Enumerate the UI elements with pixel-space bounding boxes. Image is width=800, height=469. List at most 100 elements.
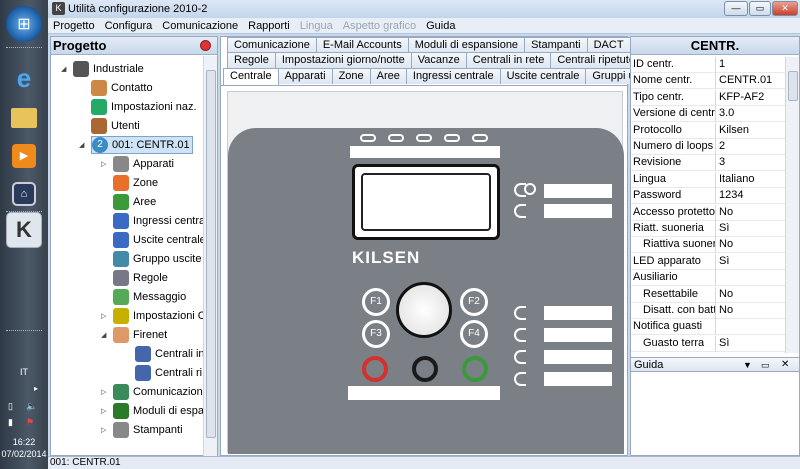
tree-item[interactable]: Regole bbox=[113, 269, 168, 287]
tree-item[interactable]: Centrali in bbox=[135, 345, 203, 363]
f4-key[interactable]: F4 bbox=[460, 320, 488, 348]
property-row[interactable]: Resettabile No bbox=[631, 286, 786, 303]
tree-expander-icon[interactable]: ▷ bbox=[101, 312, 106, 320]
property-row[interactable]: Revisione 3 bbox=[631, 155, 786, 172]
tab-zone[interactable]: Zone bbox=[331, 68, 371, 84]
app-icon[interactable]: K bbox=[52, 2, 65, 15]
menu-configura[interactable]: Configura bbox=[100, 20, 158, 32]
guide-pin-button[interactable]: ▭ bbox=[761, 358, 770, 372]
taskbar-ie-button[interactable]: e bbox=[6, 60, 42, 96]
tree-scrollbar-thumb[interactable] bbox=[206, 70, 216, 438]
tree-expander-icon[interactable]: ▷ bbox=[101, 160, 106, 168]
tab-centrali-in-rete[interactable]: Centrali in rete bbox=[465, 52, 552, 68]
taskbar-media-button[interactable]: ▶ bbox=[6, 138, 42, 174]
black-button[interactable] bbox=[412, 356, 438, 382]
tree-item[interactable]: Stampanti bbox=[113, 421, 183, 439]
tab-apparati[interactable]: Apparati bbox=[277, 68, 333, 84]
property-row[interactable]: Lingua Italiano bbox=[631, 171, 786, 188]
tab-centrali-ripetute[interactable]: Centrali ripetute bbox=[550, 52, 642, 68]
green-button[interactable] bbox=[462, 356, 488, 382]
tab-e-mail-accounts[interactable]: E-Mail Accounts bbox=[315, 37, 409, 53]
tree-item[interactable]: 2 001: CENTR.01 bbox=[91, 136, 193, 154]
restore-button[interactable]: ▭ bbox=[749, 1, 771, 16]
tree-scrollbar[interactable] bbox=[203, 56, 217, 456]
property-value[interactable]: 1 bbox=[719, 58, 725, 70]
tree-item[interactable]: Utenti bbox=[91, 117, 140, 135]
property-row[interactable]: ID centr. 1 bbox=[631, 57, 786, 73]
tree-item[interactable]: Industriale bbox=[73, 60, 144, 78]
tab-aree[interactable]: Aree bbox=[369, 68, 407, 84]
property-value[interactable]: KFP-AF2 bbox=[719, 91, 764, 103]
f2-key[interactable]: F2 bbox=[460, 288, 488, 316]
tree-item[interactable]: Firenet bbox=[113, 326, 167, 344]
tree-expander-icon[interactable]: ▷ bbox=[101, 388, 106, 396]
tree-item[interactable]: Aree bbox=[113, 193, 156, 211]
tab-dact[interactable]: DACT bbox=[586, 37, 631, 53]
tab-moduli-di-espansione[interactable]: Moduli di espansione bbox=[407, 37, 526, 53]
tree-item[interactable]: Comunicazion bbox=[113, 383, 203, 401]
property-row[interactable]: LED apparato Sì bbox=[631, 253, 786, 270]
tab-centrale[interactable]: Centrale bbox=[223, 68, 279, 85]
language-indicator[interactable]: IT bbox=[0, 367, 48, 377]
property-value[interactable]: No bbox=[719, 238, 733, 250]
tree-expander-icon[interactable]: ▷ bbox=[101, 426, 106, 434]
tree-item[interactable]: Zone bbox=[113, 174, 158, 192]
tree-item[interactable]: Impostazioni naz. bbox=[91, 98, 197, 116]
guide-close-button[interactable]: ✕ bbox=[781, 358, 789, 372]
property-value[interactable]: No bbox=[719, 288, 733, 300]
volume-icon[interactable]: 🔈 bbox=[26, 401, 37, 412]
menu-guida[interactable]: Guida bbox=[421, 20, 460, 32]
property-value[interactable]: CENTR.01 bbox=[719, 74, 772, 86]
f3-key[interactable]: F3 bbox=[362, 320, 390, 348]
tab-uscite-centrale[interactable]: Uscite centrale bbox=[499, 68, 587, 84]
guide-menu-button[interactable]: ▼ bbox=[743, 358, 752, 372]
property-row[interactable]: Accesso protetto No bbox=[631, 204, 786, 221]
tree-expander-icon[interactable]: ▷ bbox=[101, 407, 106, 415]
property-value[interactable]: No bbox=[719, 206, 733, 218]
tree-item[interactable]: Uscite centrale bbox=[113, 231, 203, 249]
start-button[interactable]: ⊞ bbox=[6, 6, 42, 42]
close-button[interactable]: ✕ bbox=[772, 1, 798, 16]
property-value[interactable]: Sì bbox=[719, 337, 729, 349]
tree-expander-icon[interactable]: ◢ bbox=[79, 141, 84, 149]
property-value[interactable]: No bbox=[719, 304, 733, 316]
property-row[interactable]: Riattiva suoneri No bbox=[631, 237, 786, 254]
tree-item[interactable]: Moduli di espa bbox=[113, 402, 203, 420]
rotary-knob[interactable] bbox=[396, 282, 452, 338]
property-value[interactable]: 3.0 bbox=[719, 107, 734, 119]
tree-expander-icon[interactable]: ◢ bbox=[101, 331, 106, 339]
menu-rapporti[interactable]: Rapporti bbox=[243, 20, 295, 32]
property-row[interactable]: Versione di centra 3.0 bbox=[631, 106, 786, 123]
property-value[interactable]: 2 bbox=[719, 140, 725, 152]
clock-date[interactable]: 07/02/2014 bbox=[0, 449, 48, 459]
taskbar-explorer-button[interactable] bbox=[6, 100, 42, 136]
tab-vacanze[interactable]: Vacanze bbox=[410, 52, 467, 68]
property-value[interactable]: 3 bbox=[719, 156, 725, 168]
status-led[interactable] bbox=[388, 134, 404, 142]
tray-expand-icon[interactable]: ▸ bbox=[34, 384, 38, 393]
tab-regole[interactable]: Regole bbox=[227, 52, 276, 68]
tree-item[interactable]: Impostazioni C bbox=[113, 307, 203, 325]
taskbar-media-center-button[interactable]: ⌂ bbox=[6, 176, 42, 212]
tree-item[interactable]: Contatto bbox=[91, 79, 153, 97]
property-row[interactable]: Guasto terra Sì bbox=[631, 335, 786, 352]
status-led[interactable] bbox=[444, 134, 460, 142]
property-row[interactable]: Notifica guasti bbox=[631, 319, 786, 336]
property-row[interactable]: Numero di loops 2 bbox=[631, 139, 786, 155]
property-value[interactable]: Sì bbox=[719, 222, 729, 234]
property-row[interactable]: Nome centr. CENTR.01 bbox=[631, 73, 786, 90]
tab-impostazioni-giorno-notte[interactable]: Impostazioni giorno/notte bbox=[274, 52, 412, 68]
power-icon[interactable]: ▯ bbox=[8, 401, 13, 412]
f1-key[interactable]: F1 bbox=[362, 288, 390, 316]
tree-item[interactable]: Gruppo uscite bbox=[113, 250, 201, 268]
panel-options-icon[interactable] bbox=[200, 40, 211, 51]
title-bar[interactable]: K Utilità configurazione 2010-2 — ▭ ✕ bbox=[48, 0, 800, 18]
menu-comunicazione[interactable]: Comunicazione bbox=[157, 20, 243, 32]
property-value[interactable]: 1234 bbox=[719, 189, 743, 201]
property-row[interactable]: Ausiliario bbox=[631, 270, 786, 287]
status-led[interactable] bbox=[360, 134, 376, 142]
property-row[interactable]: Protocollo Kilsen bbox=[631, 122, 786, 139]
tree-item[interactable]: Centrali ri bbox=[135, 364, 202, 382]
tree-item[interactable]: Apparati bbox=[113, 155, 174, 173]
menu-progetto[interactable]: Progetto bbox=[48, 20, 100, 32]
